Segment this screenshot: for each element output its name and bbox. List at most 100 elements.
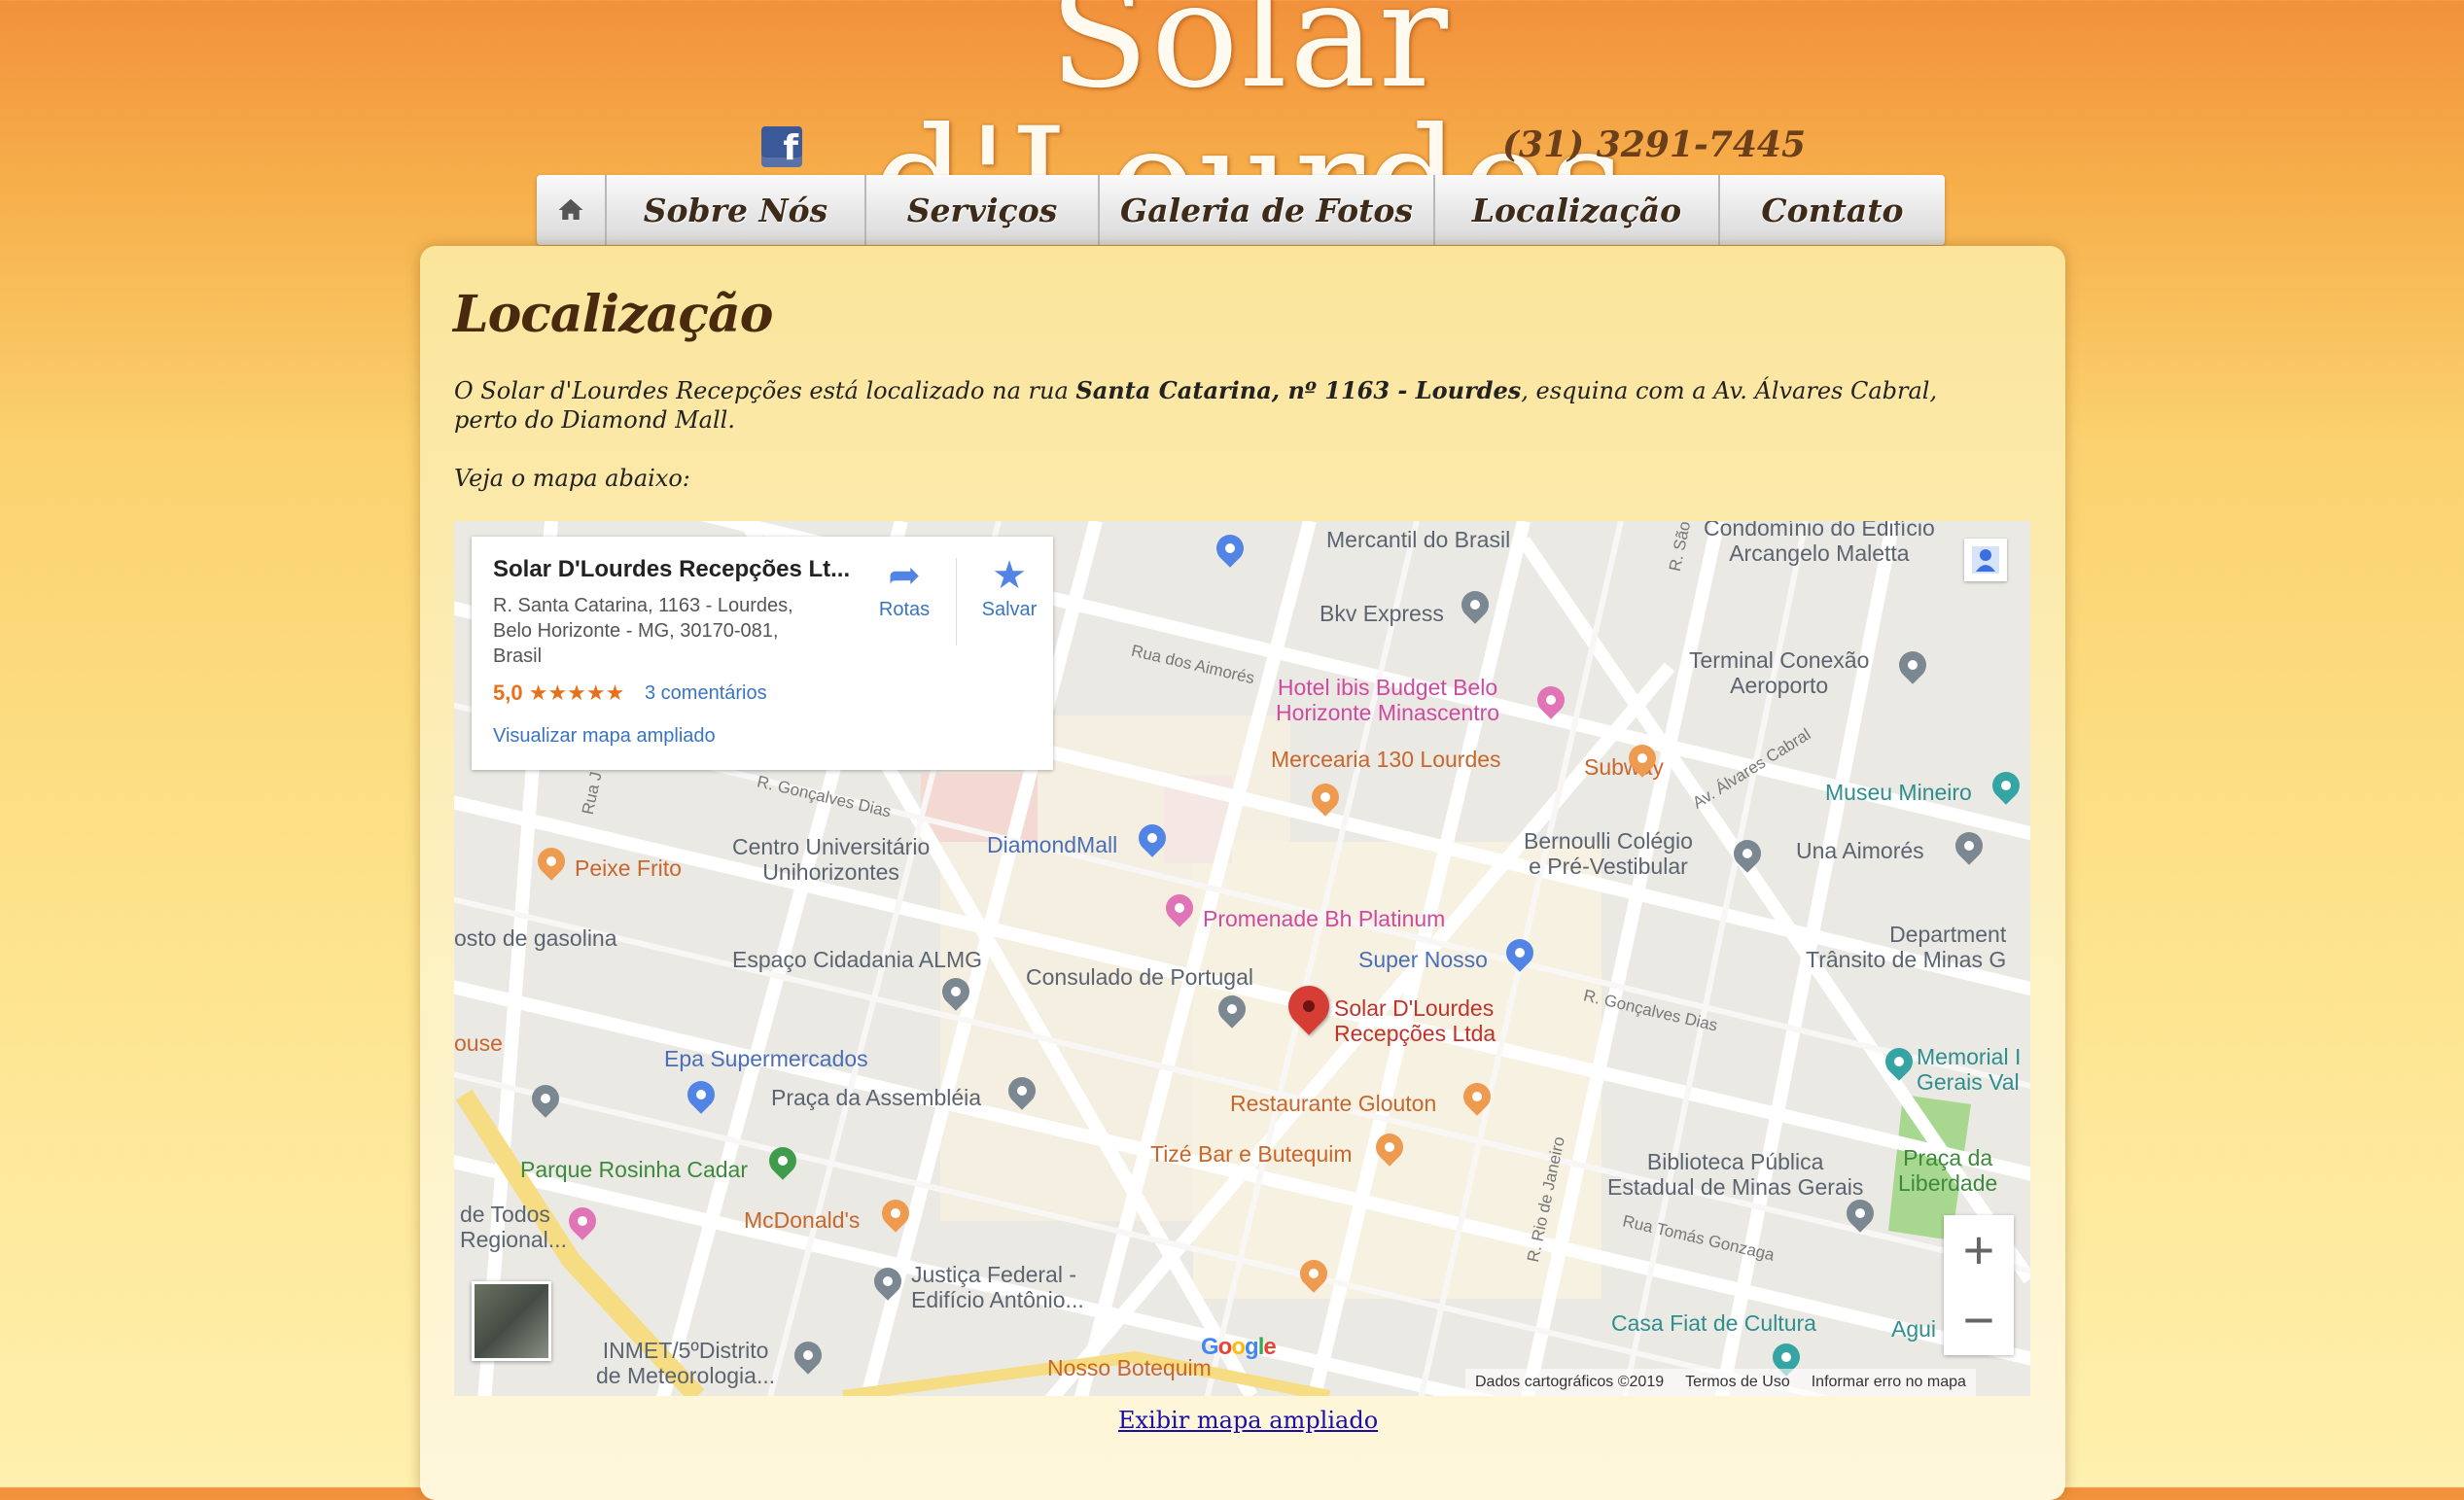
report-error-link[interactable]: Informar erro no mapa <box>1812 1374 1966 1391</box>
place-label[interactable]: ouse <box>454 1030 503 1056</box>
person-icon <box>1972 546 1999 574</box>
card-place-title: Solar D'Lourdes Recepções Lt... <box>493 556 851 582</box>
place-label-line: Memorial I <box>1917 1044 2022 1069</box>
card-address-line: R. Santa Catarina, 1163 - Lourdes, <box>493 595 793 616</box>
terms-link[interactable]: Termos de Uso <box>1685 1374 1790 1391</box>
place-label[interactable]: Praça da Liberdade <box>1898 1145 1997 1196</box>
reviews-link[interactable]: 3 comentários <box>645 682 767 705</box>
place-label[interactable]: Restaurante Glouton <box>1230 1091 1436 1116</box>
place-label-line: e Pré-Vestibular <box>1529 854 1688 879</box>
place-label[interactable]: Mercearia 130 Lourdes <box>1271 747 1501 772</box>
place-label[interactable]: Tizé Bar e Butequim <box>1150 1141 1353 1167</box>
directions-button[interactable]: ➦ Rotas <box>861 552 948 621</box>
nav-galeria-de-fotos[interactable]: Galeria de Fotos <box>1100 175 1435 245</box>
location-description: O Solar d'Lourdes Recepções está localiz… <box>454 376 1971 435</box>
google-map[interactable]: Rua dos Aimorés R. Gonçalves Dias R. Gon… <box>454 521 2030 1396</box>
nav-home[interactable] <box>537 175 607 245</box>
place-label-line: Condomínio do Edifício <box>1704 521 1935 541</box>
place-label-line: Bernoulli Colégio <box>1524 828 1693 854</box>
place-label-line: Horizonte Minascentro <box>1276 700 1500 725</box>
card-divider <box>956 558 957 645</box>
place-label-line: Solar D'Lourdes <box>1334 995 1495 1021</box>
place-label[interactable]: Condomínio do Edifício Arcangelo Maletta <box>1704 521 1935 566</box>
phone-number: (31) 3291-7445 <box>1502 124 1807 165</box>
map-footer: Dados cartográficos ©2019 Termos de Uso … <box>1465 1369 1976 1396</box>
place-label-line: Terminal Conexão <box>1689 647 1870 673</box>
place-label[interactable]: DiamondMall <box>987 832 1117 857</box>
card-rating: 5,0 ★★★★★ <box>493 680 624 706</box>
card-address: R. Santa Catarina, 1163 - Lourdes, Belo … <box>493 593 824 669</box>
place-label[interactable]: Bernoulli Colégio e Pré-Vestibular <box>1524 828 1693 879</box>
place-label-line: Edifício Antônio... <box>911 1287 1084 1312</box>
nav-servicos[interactable]: Serviços <box>866 175 1100 245</box>
place-label[interactable]: Memorial I Gerais Val <box>1917 1044 2021 1095</box>
place-label[interactable]: Espaço Cidadania ALMG <box>732 947 982 972</box>
zoom-out-button[interactable]: − <box>1944 1285 2014 1355</box>
place-label[interactable]: Hotel ibis Budget Belo Horizonte Minascen… <box>1276 675 1499 725</box>
place-label[interactable]: INMET/5ºDistrito de Meteorologia... <box>596 1338 775 1388</box>
directions-label: Rotas <box>878 599 931 620</box>
zoom-in-button[interactable]: + <box>1944 1215 2014 1285</box>
place-label[interactable]: Agui <box>1891 1316 1936 1342</box>
place-label[interactable]: Consulado de Portugal <box>1026 964 1253 990</box>
map-data-attribution: Dados cartográficos ©2019 <box>1475 1374 1665 1390</box>
place-label[interactable]: Praça da Assembléia <box>771 1085 981 1110</box>
place-label[interactable]: Super Nosso <box>1358 947 1488 972</box>
place-label[interactable]: Epa Supermercados <box>664 1046 868 1071</box>
place-label-line: Recepções Ltda <box>1334 1021 1496 1046</box>
place-label[interactable]: Casa Fiat de Cultura <box>1611 1310 1816 1336</box>
satellite-toggle[interactable] <box>472 1281 551 1361</box>
place-label[interactable]: Parque Rosinha Cadar <box>520 1157 748 1182</box>
place-label[interactable]: Justiça Federal - Edifício Antônio... <box>911 1262 1084 1312</box>
google-logo: Google <box>1201 1334 1277 1360</box>
place-label[interactable]: Mercantil do Brasil <box>1326 527 1510 552</box>
place-label[interactable]: Peixe Frito <box>575 855 682 881</box>
place-label-line: Hotel ibis Budget Belo <box>1277 675 1498 700</box>
view-larger-map-link[interactable]: Visualizar mapa ampliado <box>493 725 716 748</box>
facebook-icon[interactable]: f <box>761 126 802 168</box>
place-info-card: Solar D'Lourdes Recepções Lt... R. Santa… <box>472 537 1053 770</box>
place-label[interactable]: Biblioteca Pública Estadual de Minas Gera… <box>1607 1149 1863 1200</box>
place-label-line: INMET/5ºDistrito <box>602 1338 769 1363</box>
place-label-line: Praça da <box>1903 1145 1993 1170</box>
location-text-start: O Solar d'Lourdes Recepções está localiz… <box>454 377 1076 404</box>
place-label[interactable]: Terminal Conexão Aeroporto <box>1689 647 1869 698</box>
place-label[interactable]: osto de gasolina <box>454 925 617 951</box>
page-title: Localização <box>453 285 773 344</box>
card-address-line: Belo Horizonte - MG, 30170-081, <box>493 620 779 642</box>
location-address: Santa Catarina, nº 1163 - Lourdes <box>1075 376 1522 404</box>
place-label[interactable]: Promenade Bh Platinum <box>1203 906 1445 931</box>
place-label[interactable]: Nosso Botequim <box>1047 1355 1212 1380</box>
place-label-line: Centro Universitário <box>732 834 931 859</box>
place-label-line: Aeroporto <box>1730 673 1829 698</box>
street-view-pegman-icon[interactable] <box>1964 539 2007 581</box>
place-label-line: Department <box>1889 922 2007 947</box>
card-address-line: Brasil <box>493 645 543 667</box>
place-label[interactable]: McDonald's <box>744 1207 860 1233</box>
place-label-line: Gerais Val <box>1917 1069 2020 1095</box>
place-label-line: Arcangelo Maletta <box>1729 541 1910 566</box>
home-icon <box>558 198 583 220</box>
place-label-line: Unihorizontes <box>762 859 899 885</box>
place-label[interactable]: Museu Mineiro <box>1825 780 1972 805</box>
place-label[interactable]: Centro Universitário Unihorizontes <box>732 834 930 885</box>
place-label[interactable]: Department Trânsito de Minas G <box>1806 922 2006 972</box>
place-label-line: Regional... <box>460 1227 567 1252</box>
nav-contato[interactable]: Contato <box>1720 175 1945 245</box>
place-label[interactable]: Una Aimorés <box>1796 838 1924 863</box>
show-larger-map-link[interactable]: Exibir mapa ampliado <box>1118 1407 1378 1434</box>
rating-value: 5,0 <box>493 680 523 705</box>
nav-sobre-nos[interactable]: Sobre Nós <box>607 175 866 245</box>
save-label: Salvar <box>981 599 1038 620</box>
nav-localizacao[interactable]: Localização <box>1435 175 1720 245</box>
place-label[interactable]: Bkv Express <box>1320 601 1444 626</box>
save-button[interactable]: ★ Salvar <box>966 552 1053 621</box>
map-intro-text: Veja o mapa abaixo: <box>454 465 690 492</box>
place-label-line: de Meteorologia... <box>596 1363 776 1388</box>
place-label-line: Biblioteca Pública <box>1646 1149 1824 1174</box>
main-nav: Sobre Nós Serviços Galeria de Fotos Loca… <box>537 175 1945 245</box>
place-label[interactable]: de Todos Regional... <box>460 1202 567 1252</box>
solar-place-label[interactable]: Solar D'Lourdes Recepções Ltda <box>1334 995 1496 1046</box>
star-icon: ★ <box>992 554 1027 597</box>
rating-stars: ★★★★★ <box>528 680 625 705</box>
